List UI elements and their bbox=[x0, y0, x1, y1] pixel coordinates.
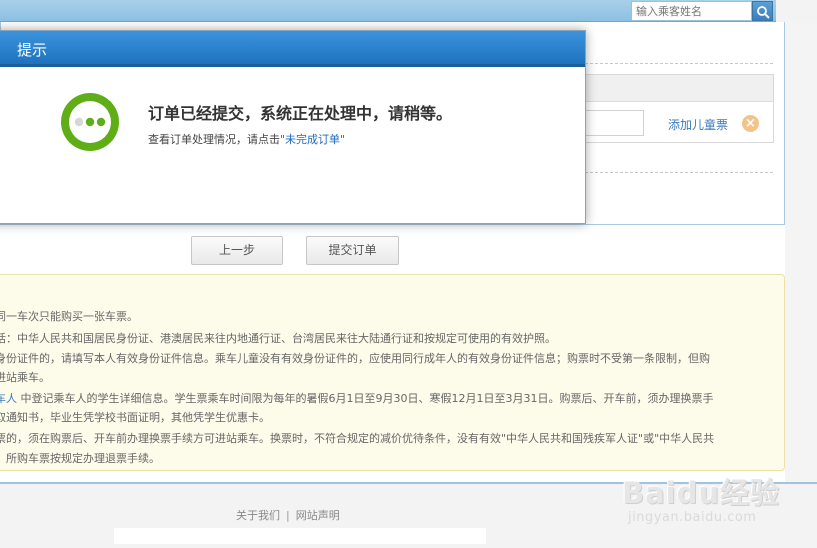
notice-line: 括：中华人民共和国居民身份证、港澳居民来往内地通行证、台湾居民来往大陆通行证和按… bbox=[0, 332, 556, 345]
prev-step-button[interactable]: 上一步 bbox=[191, 236, 283, 265]
site-statement-link[interactable]: 网站声明 bbox=[296, 509, 340, 522]
baidu-jingyan-watermark: Baidu经验 jingyan.baidu.com bbox=[622, 470, 814, 532]
notice-line: 票的，须在购票后、开车前办理换票手续方可进站乘车。换票时，不符合规定的减价优待条… bbox=[0, 432, 715, 445]
passenger-link[interactable]: 车人 bbox=[0, 392, 17, 405]
remove-passenger-icon[interactable]: × bbox=[742, 115, 759, 132]
notice-box: 同一车次只能购买一张车票。 括：中华人民共和国居民身份证、港澳居民来往内地通行证… bbox=[0, 274, 785, 471]
search-button[interactable] bbox=[752, 1, 773, 21]
add-child-ticket-link[interactable]: 添加儿童票 bbox=[668, 116, 728, 133]
footer-blank-bar bbox=[114, 528, 486, 544]
passenger-search-input[interactable] bbox=[631, 1, 752, 21]
footer-separator: | bbox=[286, 509, 290, 522]
dialog-header: 提示 bbox=[0, 31, 585, 67]
passenger-row: 添加儿童票 × bbox=[585, 74, 774, 143]
notice-line: ，所购车票按规定办理退票手续。 bbox=[0, 452, 160, 465]
divider bbox=[585, 63, 773, 64]
loading-dots-icon bbox=[61, 93, 119, 151]
notice-line: 进站乘车。 bbox=[0, 371, 50, 384]
submit-order-button[interactable]: 提交订单 bbox=[306, 236, 399, 265]
dialog-subtext: 查看订单处理情况，请点击"未完成订单" bbox=[148, 131, 345, 147]
notice-line: 身份证件的，请填写本人有效身份证件信息。乘车儿童没有有效身份证件的，应使用同行成… bbox=[0, 352, 710, 365]
passenger-name-field[interactable] bbox=[586, 110, 644, 136]
dialog-message: 订单已经提交，系统正在处理中，请稍等。 bbox=[148, 104, 453, 123]
footer-links: 关于我们 | 网站声明 bbox=[236, 507, 340, 523]
top-bar-edge bbox=[776, 0, 817, 22]
top-bar bbox=[0, 0, 817, 22]
passenger-row-header bbox=[586, 75, 773, 102]
notice-line: 车人 中登记乘车人的学生详细信息。学生票乘车时间限为每年的暑假6月1日至9月30… bbox=[0, 390, 713, 406]
page-side-gutter bbox=[785, 22, 817, 482]
about-us-link[interactable]: 关于我们 bbox=[236, 509, 280, 522]
watermark-logo: Baidu经验 bbox=[622, 476, 781, 510]
watermark-url: jingyan.baidu.com bbox=[628, 510, 757, 525]
dialog-subtext-prefix: 查看订单处理情况，请点击 bbox=[148, 133, 280, 146]
dialog-title: 提示 bbox=[17, 41, 48, 59]
prompt-dialog: 提示 订单已经提交，系统正在处理中，请稍等。 查看订单处理情况，请点击"未完成订… bbox=[0, 30, 586, 224]
divider bbox=[585, 172, 773, 173]
notice-line: 取通知书，毕业生凭学校书面证明，其他凭学生优惠卡。 bbox=[0, 411, 270, 424]
unfinished-orders-link[interactable]: "未完成订单" bbox=[280, 133, 345, 146]
notice-line: 同一车次只能购买一张车票。 bbox=[0, 310, 138, 323]
notice-text: 中登记乘车人的学生详细信息。学生票乘车时间限为每年的暑假6月1日至9月30日、寒… bbox=[17, 392, 714, 405]
search-icon bbox=[757, 6, 770, 19]
